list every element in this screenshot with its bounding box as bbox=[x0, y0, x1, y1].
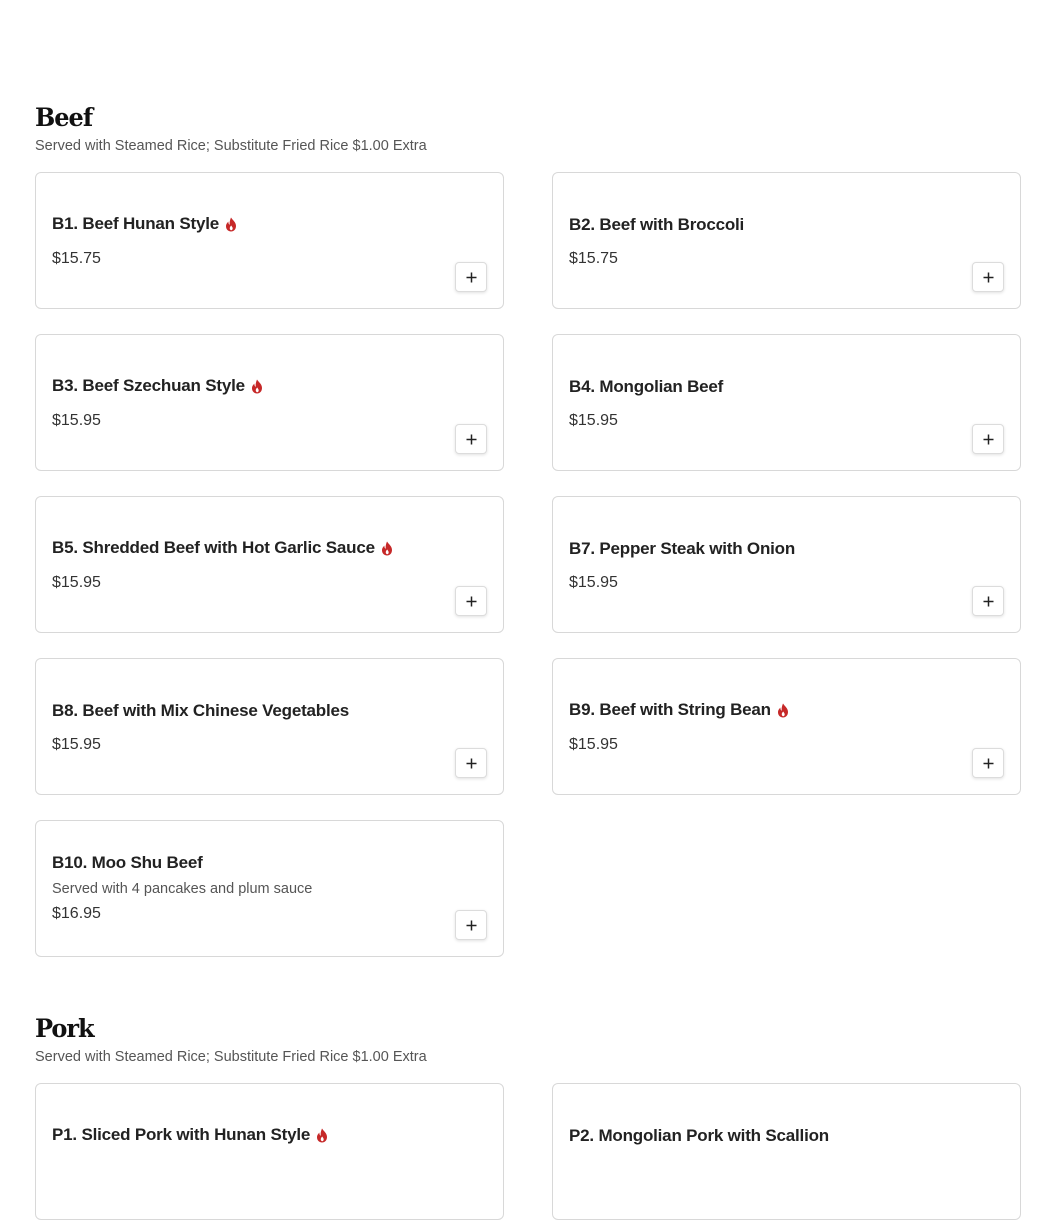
menu-item-price: $15.75 bbox=[52, 250, 101, 267]
menu-item-price: $15.95 bbox=[569, 736, 618, 753]
menu-item-price: $15.95 bbox=[52, 574, 101, 591]
menu-item-price: $16.95 bbox=[52, 905, 101, 922]
menu-item-name: B4. Mongolian Beef bbox=[569, 377, 724, 396]
menu-item-card[interactable]: B9. Beef with String Bean $15.95 bbox=[552, 658, 1021, 795]
menu-grid-pork: P1. Sliced Pork with Hunan Style P2. Mon… bbox=[35, 1083, 1021, 1220]
spicy-icon bbox=[381, 541, 392, 555]
add-item-button[interactable] bbox=[972, 424, 1004, 454]
menu-item-card[interactable]: B3. Beef Szechuan Style $15.95 bbox=[35, 334, 504, 471]
plus-icon bbox=[466, 434, 476, 444]
menu-item-price: $15.95 bbox=[52, 736, 101, 753]
plus-icon bbox=[466, 920, 476, 930]
menu-item-card[interactable]: B8. Beef with Mix Chinese Vegetables $15… bbox=[35, 658, 504, 795]
menu-item-name: P2. Mongolian Pork with Scallion bbox=[569, 1126, 829, 1145]
add-item-button[interactable] bbox=[972, 262, 1004, 292]
add-item-button[interactable] bbox=[455, 910, 487, 940]
spicy-icon bbox=[777, 703, 788, 717]
plus-icon bbox=[983, 596, 993, 606]
add-item-button[interactable] bbox=[972, 748, 1004, 778]
section-title: Beef bbox=[35, 101, 93, 133]
spicy-icon bbox=[226, 217, 236, 231]
spicy-icon bbox=[251, 379, 262, 393]
add-item-button[interactable] bbox=[455, 748, 487, 778]
menu-item-price: $15.75 bbox=[569, 250, 618, 267]
section-subtitle: Served with Steamed Rice; Substitute Fri… bbox=[35, 1049, 427, 1065]
plus-icon bbox=[983, 272, 993, 282]
add-item-button[interactable] bbox=[455, 424, 487, 454]
menu-section-pork: Pork Served with Steamed Rice; Substitut… bbox=[35, 1012, 1021, 1066]
menu-section-beef: Beef Served with Steamed Rice; Substitut… bbox=[35, 101, 1021, 155]
menu-item-name: B8. Beef with Mix Chinese Vegetables bbox=[52, 701, 350, 720]
menu-item-card[interactable]: B4. Mongolian Beef $15.95 bbox=[552, 334, 1021, 471]
menu-item-card[interactable]: B10. Moo Shu Beef Served with 4 pancakes… bbox=[35, 820, 504, 957]
menu-item-price: $15.95 bbox=[52, 412, 101, 429]
plus-icon bbox=[466, 272, 476, 282]
menu-item-name: B7. Pepper Steak with Onion bbox=[569, 539, 796, 558]
add-item-button[interactable] bbox=[455, 262, 487, 292]
add-item-button[interactable] bbox=[972, 586, 1004, 616]
menu-item-card[interactable]: B7. Pepper Steak with Onion $15.95 bbox=[552, 496, 1021, 633]
menu-item-name: P1. Sliced Pork with Hunan Style bbox=[52, 1125, 328, 1145]
plus-icon bbox=[466, 758, 476, 768]
menu-item-name: B1. Beef Hunan Style bbox=[52, 214, 237, 234]
menu-item-description: Served with 4 pancakes and plum sauce bbox=[52, 881, 313, 897]
menu-item-name: B3. Beef Szechuan Style bbox=[52, 376, 263, 396]
menu-item-name: B5. Shredded Beef with Hot Garlic Sauce bbox=[52, 538, 393, 558]
menu-item-card[interactable]: P1. Sliced Pork with Hunan Style bbox=[35, 1083, 504, 1220]
section-subtitle: Served with Steamed Rice; Substitute Fri… bbox=[35, 138, 427, 154]
menu-item-name: B10. Moo Shu Beef bbox=[52, 853, 203, 872]
plus-icon bbox=[983, 434, 993, 444]
menu-item-card[interactable]: B5. Shredded Beef with Hot Garlic Sauce … bbox=[35, 496, 504, 633]
menu-item-name: B2. Beef with Broccoli bbox=[569, 215, 745, 234]
menu-grid-beef: B1. Beef Hunan Style $15.75 B2. Beef wit… bbox=[35, 172, 1021, 957]
plus-icon bbox=[983, 758, 993, 768]
menu-item-price: $15.95 bbox=[569, 412, 618, 429]
menu-item-price: $15.95 bbox=[569, 574, 618, 591]
menu-item-card[interactable]: P2. Mongolian Pork with Scallion bbox=[552, 1083, 1021, 1220]
add-item-button[interactable] bbox=[455, 586, 487, 616]
spicy-icon bbox=[317, 1128, 328, 1142]
plus-icon bbox=[466, 596, 476, 606]
section-title: Pork bbox=[35, 1012, 95, 1044]
menu-item-card[interactable]: B1. Beef Hunan Style $15.75 bbox=[35, 172, 504, 309]
menu-item-card[interactable]: B2. Beef with Broccoli $15.75 bbox=[552, 172, 1021, 309]
menu-item-name: B9. Beef with String Bean bbox=[569, 700, 789, 720]
